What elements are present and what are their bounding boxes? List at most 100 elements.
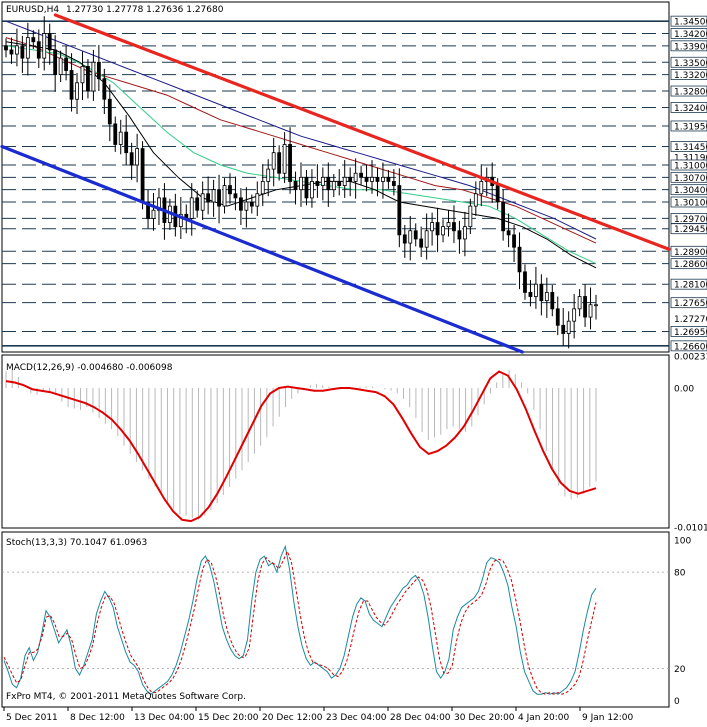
candle-body [397, 185, 402, 236]
candle-body [310, 181, 314, 199]
candle-body [15, 45, 19, 55]
candle-body [566, 320, 571, 334]
panel-frame-2 [1, 531, 670, 708]
candle-body [107, 98, 112, 125]
candle-body [118, 131, 123, 145]
candle-body [266, 168, 271, 182]
macd-signal [5, 370, 597, 523]
candle-body [419, 238, 424, 248]
candle-body [42, 33, 47, 59]
candle-body [36, 41, 41, 59]
candle-body [473, 193, 478, 207]
candle-body [588, 304, 593, 318]
macd-tick-label: 0.00 [674, 384, 694, 394]
candle-body [293, 181, 298, 191]
price-tick-label: 1.33900 [674, 42, 707, 52]
time-tick-label: 15 Dec 20:00 [198, 713, 259, 723]
time-tick-label: 23 Dec 04:00 [326, 713, 387, 723]
candle-body [331, 181, 336, 191]
price-tick-label: 1.26950 [674, 328, 707, 338]
panel-frame-1 [1, 354, 670, 529]
time-tick-label: 20 Dec 12:00 [262, 713, 323, 723]
price-tick-label: 1.30100 [674, 198, 707, 208]
time-tick-label: 4 Jan 20:00 [518, 713, 570, 723]
candle-body [594, 304, 598, 307]
candle-body [25, 37, 30, 59]
candle-body [102, 78, 107, 100]
candle-body [561, 324, 566, 334]
candle-body [386, 176, 391, 182]
chart-canvas: 1.34500 1.34200 1.33900 1.33500 1.33200 1.328… [0, 1, 707, 723]
candle-body [544, 292, 549, 302]
stoch-lines [3, 544, 597, 695]
candle-body [539, 283, 544, 302]
price-tick-label: 1.27270 [674, 315, 707, 325]
candle-body [228, 185, 232, 195]
macd-signal-line [5, 370, 597, 523]
candle-body [211, 189, 216, 203]
candle-body [348, 176, 353, 182]
candle-body [20, 45, 25, 59]
candle-body [129, 152, 134, 166]
candle-body [381, 176, 385, 182]
candle-body [512, 234, 516, 248]
time-tick-label: 28 Dec 04:00 [390, 713, 451, 723]
candle-body [446, 222, 451, 228]
price-tick-label: 1.32800 [674, 88, 707, 98]
candle-body [391, 181, 396, 186]
candle-body [124, 131, 129, 154]
candle-body [151, 209, 156, 219]
candle-body [31, 37, 36, 43]
stoch-signal-line [3, 549, 597, 695]
candle-body [506, 230, 511, 236]
price-tick-label: 1.28100 [674, 281, 707, 291]
candle-body [217, 189, 221, 207]
candle-body [424, 230, 429, 248]
candle-body [239, 197, 243, 211]
candle-body [189, 197, 194, 219]
candle-body [86, 65, 90, 92]
candle-body [271, 152, 276, 170]
stoch-axis: 100 80 20 0 [674, 537, 691, 708]
candle-body [370, 176, 374, 182]
price-tick-label: 1.32400 [674, 104, 707, 114]
time-tick-label: 5 Dec 2011 [6, 713, 58, 723]
candle-body [80, 65, 85, 84]
candle-body [468, 205, 473, 228]
candle-body [413, 230, 418, 240]
candle-body [517, 246, 522, 273]
candle-body [479, 181, 484, 195]
candle-body [233, 193, 238, 199]
price-tick-label: 1.31450 [674, 143, 707, 153]
price-tick-label: 1.27650 [674, 299, 707, 309]
candle-body [555, 308, 560, 326]
stoch-tick-label: 0 [674, 697, 680, 707]
candle-body [47, 33, 52, 51]
price-tick-label: 1.31000 [674, 162, 707, 172]
candle-body [195, 197, 200, 211]
candle-body [64, 57, 68, 71]
candle-body [364, 176, 369, 182]
candle-body [69, 70, 74, 100]
candle-body [577, 296, 582, 310]
candle-body [408, 230, 413, 244]
price-axis: 1.34500 1.34200 1.33900 1.33500 1.33200 1.328… [670, 15, 707, 352]
price-tick-label: 1.28600 [674, 260, 707, 270]
candle-body [9, 49, 14, 55]
macd-histogram [5, 368, 597, 520]
candle-body [277, 152, 282, 174]
candle-body [4, 45, 8, 51]
time-tick-label: 9 Jan 12:00 [582, 713, 634, 723]
candle-body [528, 292, 533, 297]
time-tick-label: 30 Dec 20:00 [454, 713, 515, 723]
price-tick-label: 1.33500 [674, 59, 707, 69]
symbol-label: EURUSD,H4 [6, 5, 59, 15]
candle-body [135, 148, 140, 166]
stoch-label: Stoch(13,3,3) 70.1047 61.0963 [6, 538, 147, 548]
price-tick-label: 1.31950 [674, 122, 707, 132]
stoch-tick-label: 20 [674, 665, 686, 675]
candle-body [337, 181, 342, 186]
candle-body [583, 296, 587, 318]
candle-body [206, 193, 211, 203]
candle-body [326, 176, 331, 191]
